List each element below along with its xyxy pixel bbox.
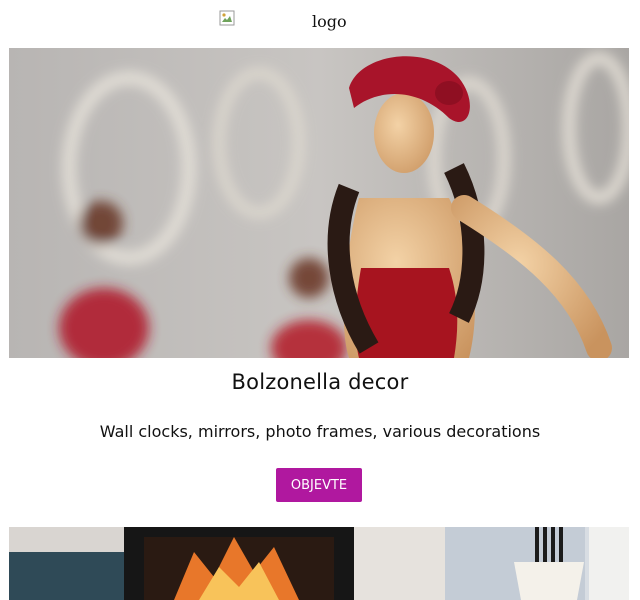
order-button[interactable]: OBJEVTE	[276, 468, 362, 502]
header-logo: logo	[0, 8, 640, 36]
store-title: Bolzonella decor	[231, 370, 409, 394]
logo-alt-text: logo	[312, 12, 347, 31]
plant-image	[445, 527, 629, 600]
hero-image	[9, 48, 629, 358]
product-image-strip	[9, 527, 629, 600]
figurine-image	[9, 48, 629, 358]
broken-image-icon	[219, 10, 235, 26]
fireplace-image	[9, 527, 445, 600]
store-description: Wall clocks, mirrors, photo frames, vari…	[99, 422, 541, 441]
